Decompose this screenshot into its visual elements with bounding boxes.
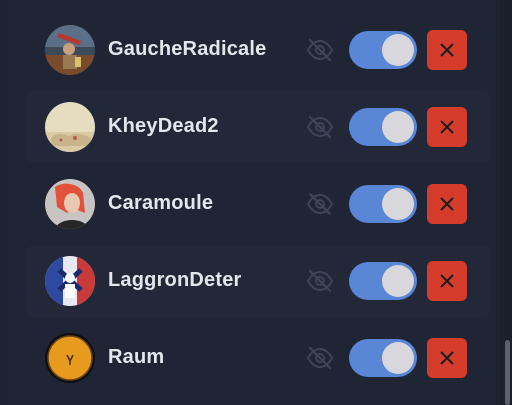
- remove-button[interactable]: [427, 30, 467, 70]
- user-row: KheyDead2: [26, 91, 490, 163]
- eye-off-icon[interactable]: [306, 191, 334, 217]
- toggle-knob: [382, 265, 414, 297]
- avatar: [45, 333, 95, 383]
- avatar: [45, 102, 95, 152]
- enabled-toggle[interactable]: [349, 262, 417, 300]
- remove-button[interactable]: [427, 338, 467, 378]
- toggle-knob: [382, 34, 414, 66]
- remove-button[interactable]: [427, 107, 467, 147]
- enabled-toggle[interactable]: [349, 108, 417, 146]
- username: LaggronDeter: [108, 269, 242, 291]
- avatar: [45, 179, 95, 229]
- avatar: [45, 256, 95, 306]
- username: GaucheRadicale: [108, 38, 267, 60]
- close-icon: [440, 43, 454, 57]
- close-icon: [440, 197, 454, 211]
- enabled-toggle[interactable]: [349, 31, 417, 69]
- eye-off-icon[interactable]: [306, 114, 334, 140]
- remove-button[interactable]: [427, 261, 467, 301]
- user-row: GaucheRadicale: [26, 14, 490, 86]
- eye-off-icon[interactable]: [306, 345, 334, 371]
- toggle-knob: [382, 188, 414, 220]
- scrollbar-thumb[interactable]: [505, 340, 510, 405]
- remove-button[interactable]: [427, 184, 467, 224]
- toggle-knob: [382, 342, 414, 374]
- close-icon: [440, 351, 454, 365]
- username: Caramoule: [108, 192, 214, 214]
- close-icon: [440, 274, 454, 288]
- close-icon: [440, 120, 454, 134]
- username: Raum: [108, 346, 165, 368]
- eye-off-icon[interactable]: [306, 268, 334, 294]
- eye-off-icon[interactable]: [306, 37, 334, 63]
- avatar: [45, 25, 95, 75]
- user-row: Caramoule: [26, 168, 490, 240]
- user-row: Raum: [26, 322, 490, 394]
- enabled-toggle[interactable]: [349, 185, 417, 223]
- user-row: LaggronDeter: [26, 245, 490, 317]
- toggle-knob: [382, 111, 414, 143]
- enabled-toggle[interactable]: [349, 339, 417, 377]
- username: KheyDead2: [108, 115, 219, 137]
